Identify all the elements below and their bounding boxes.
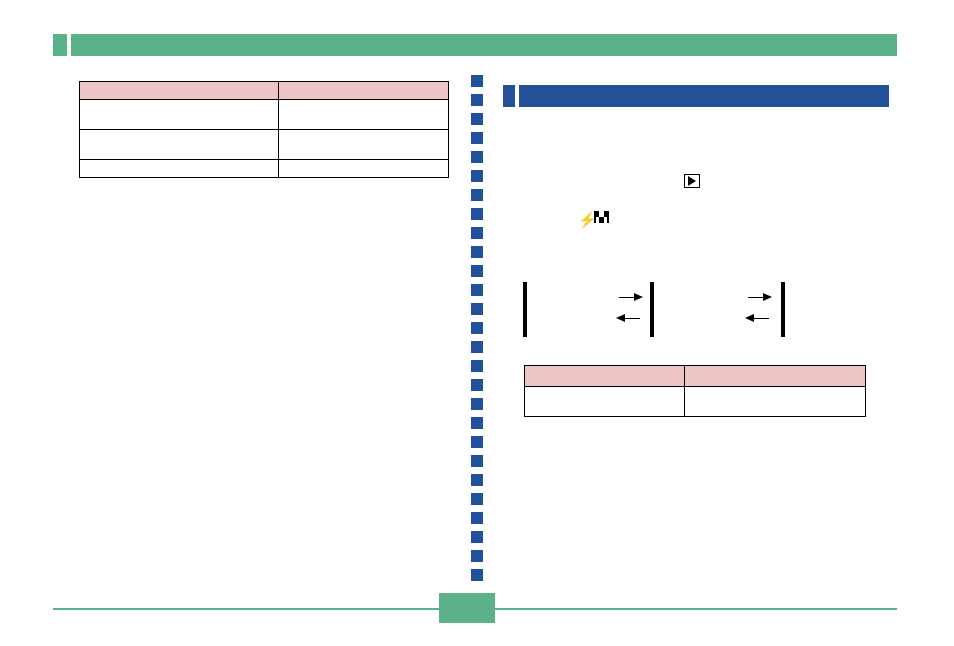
header-accent: [53, 34, 67, 56]
playback-icon: [684, 174, 700, 188]
table-header: [279, 82, 449, 100]
arrow-left-icon: [745, 314, 754, 322]
arrow-right-icon: [763, 293, 772, 301]
header-title-bar: [71, 34, 897, 56]
left-table: [79, 81, 449, 178]
arrow-left-icon: [616, 314, 625, 322]
section-title-bar: [519, 85, 889, 107]
table-row: [80, 100, 449, 130]
right-table: [524, 365, 866, 417]
page-badge: [439, 593, 495, 623]
column-divider: [471, 75, 483, 575]
section-header-bar: [503, 85, 889, 107]
grid-2: [650, 282, 654, 337]
table-header: [525, 366, 685, 387]
grid-3: [781, 282, 785, 337]
table-row: [525, 387, 866, 417]
section-accent: [503, 85, 515, 107]
table-header: [80, 82, 279, 100]
table-row: [80, 130, 449, 160]
grid-1: [523, 282, 527, 337]
table-header: [684, 366, 865, 387]
pattern-icon: [594, 211, 609, 223]
arrow-right-icon: [634, 293, 643, 301]
table-row: [80, 160, 449, 178]
header-bar: [53, 34, 897, 56]
